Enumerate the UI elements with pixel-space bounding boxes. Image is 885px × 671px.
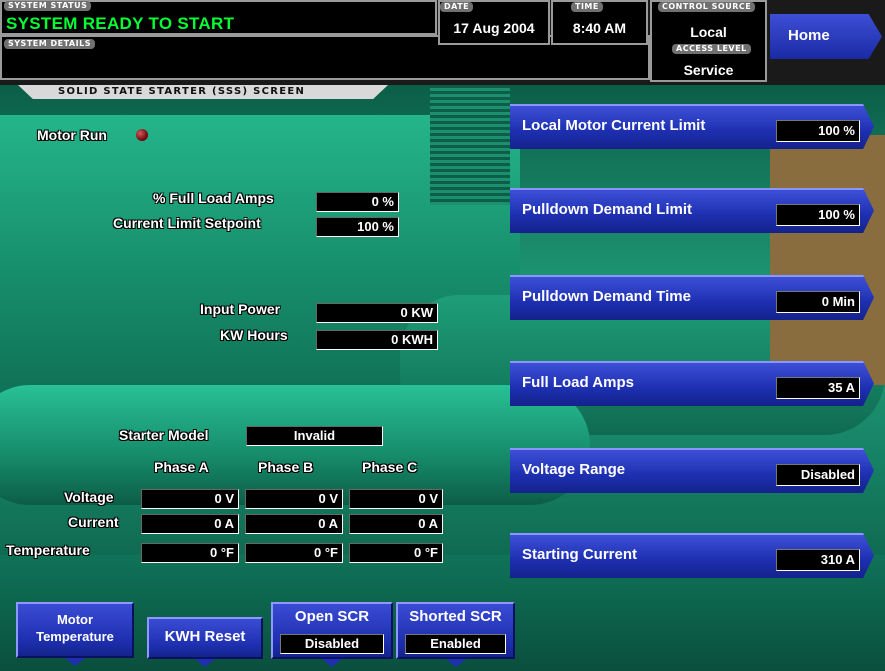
control-source-tag: CONTROL SOURCE — [658, 2, 756, 12]
time-value: 8:40 AM — [572, 20, 627, 36]
open-scr-value: Disabled — [280, 634, 384, 654]
setpoint-value: 0 Min — [776, 291, 860, 313]
kwh-reset-arrow-icon — [195, 659, 215, 667]
temperature-phase-a: 0 °F — [141, 543, 239, 563]
setpoint-value: 35 A — [776, 377, 860, 399]
setpoint-label: Pulldown Demand Time — [522, 288, 691, 305]
motor-run-indicator — [136, 129, 148, 141]
motor-temperature-arrow-icon — [65, 658, 85, 666]
kwh-reset-label: KWH Reset — [164, 628, 246, 645]
setpoint-label: Pulldown Demand Limit — [522, 201, 693, 218]
current-limit-setpoint-value: 100 % — [316, 217, 399, 237]
starter-model-value: Invalid — [246, 426, 383, 446]
setpoint-label: Local Motor Current Limit — [522, 117, 706, 134]
motor-run-label: Motor Run — [37, 127, 107, 143]
setpoint-pulldown-demand-limit[interactable]: Pulldown Demand Limit 100 % — [510, 188, 874, 233]
current-row-label: Current — [68, 514, 119, 530]
open-scr-arrow-icon — [322, 659, 342, 667]
setpoint-value: 100 % — [776, 204, 860, 226]
motor-temperature-line1: Motor — [56, 612, 94, 627]
setpoint-value: 310 A — [776, 549, 860, 571]
access-level-tag: ACCESS LEVEL — [672, 44, 751, 54]
system-status-panel: SYSTEM STATUS SYSTEM READY TO START — [0, 0, 437, 35]
phase-a-header: Phase A — [154, 459, 209, 475]
time-panel: TIME 8:40 AM — [551, 0, 648, 45]
setpoint-label: Voltage Range — [522, 461, 626, 478]
shorted-scr-button[interactable]: Shorted SCR Enabled — [396, 602, 515, 659]
shorted-scr-label: Shorted SCR — [409, 608, 502, 625]
temperature-phase-c: 0 °F — [349, 543, 443, 563]
time-tag: TIME — [571, 2, 603, 12]
full-load-amps-pct-value: 0 % — [316, 192, 399, 212]
screen-title: SOLID STATE STARTER (SSS) SCREEN — [18, 85, 388, 99]
kwh-reset-button[interactable]: KWH Reset — [147, 617, 263, 659]
grille-illustration — [430, 85, 510, 205]
setpoint-full-load-amps[interactable]: Full Load Amps 35 A — [510, 361, 874, 406]
phase-c-header: Phase C — [362, 459, 418, 475]
date-panel: DATE 17 Aug 2004 — [438, 0, 550, 45]
home-button[interactable]: Home — [770, 14, 882, 59]
control-source-panel: CONTROL SOURCE Local ACCESS LEVEL Servic… — [650, 0, 767, 82]
system-details-tag: SYSTEM DETAILS — [4, 39, 95, 49]
kw-hours-label: KW Hours — [220, 327, 288, 343]
current-phase-a: 0 A — [141, 514, 239, 534]
system-status-tag: SYSTEM STATUS — [4, 1, 92, 11]
shorted-scr-arrow-icon — [446, 659, 466, 667]
control-source-value: Local — [690, 24, 727, 40]
setpoint-local-motor-current-limit[interactable]: Local Motor Current Limit 100 % — [510, 104, 874, 149]
setpoint-voltage-range[interactable]: Voltage Range Disabled — [510, 448, 874, 493]
date-tag: DATE — [440, 2, 474, 12]
current-phase-b: 0 A — [245, 514, 343, 534]
voltage-phase-b: 0 V — [245, 489, 343, 509]
sss-screen-area: SOLID STATE STARTER (SSS) SCREEN Motor R… — [0, 85, 885, 671]
home-button-label: Home — [788, 27, 830, 44]
access-level-value: Service — [683, 62, 734, 78]
shorted-scr-value: Enabled — [405, 634, 506, 654]
setpoint-value: Disabled — [776, 464, 860, 486]
kw-hours-value: 0 KWH — [316, 330, 438, 350]
voltage-row-label: Voltage — [64, 489, 114, 505]
motor-temperature-button[interactable]: Motor Temperature — [16, 602, 134, 658]
current-phase-c: 0 A — [349, 514, 443, 534]
date-value: 17 Aug 2004 — [453, 20, 535, 36]
current-limit-setpoint-label: Current Limit Setpoint — [113, 215, 261, 231]
top-status-bar: SYSTEM STATUS SYSTEM READY TO START SYST… — [0, 0, 885, 85]
phase-b-header: Phase B — [258, 459, 314, 475]
motor-temperature-line2: Temperature — [36, 629, 114, 644]
temperature-phase-b: 0 °F — [245, 543, 343, 563]
voltage-phase-a: 0 V — [141, 489, 239, 509]
setpoint-value: 100 % — [776, 120, 860, 142]
full-load-amps-pct-label: % Full Load Amps — [153, 190, 274, 206]
input-power-value: 0 KW — [316, 303, 438, 323]
setpoint-label: Full Load Amps — [522, 374, 634, 391]
voltage-phase-c: 0 V — [349, 489, 443, 509]
input-power-label: Input Power — [200, 301, 281, 317]
setpoint-label: Starting Current — [522, 546, 638, 563]
wall-illustration — [770, 135, 885, 385]
open-scr-label: Open SCR — [294, 608, 370, 625]
open-scr-button[interactable]: Open SCR Disabled — [271, 602, 393, 659]
temperature-row-label: Temperature — [6, 542, 90, 558]
setpoint-pulldown-demand-time[interactable]: Pulldown Demand Time 0 Min — [510, 275, 874, 320]
starter-model-label: Starter Model — [119, 427, 209, 443]
system-status-text: SYSTEM READY TO START — [6, 14, 235, 33]
setpoint-starting-current[interactable]: Starting Current 310 A — [510, 533, 874, 578]
